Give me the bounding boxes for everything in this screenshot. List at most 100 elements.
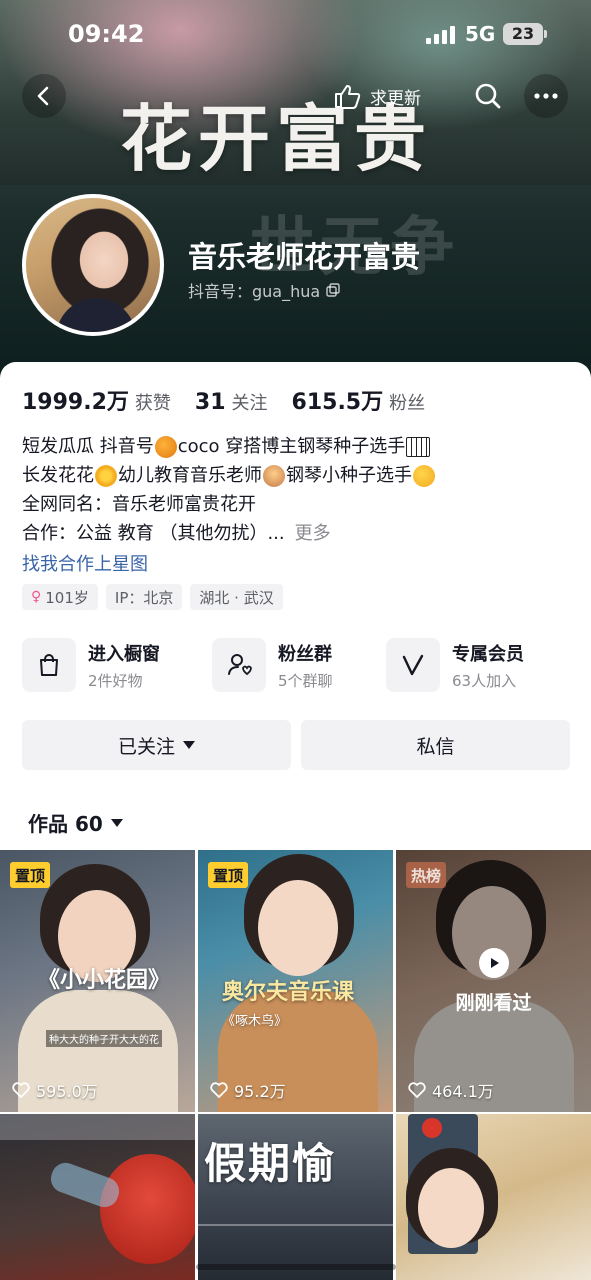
stat-label: 粉丝 xyxy=(389,393,426,414)
bio-text: 钢琴小种子选手 xyxy=(286,465,412,486)
fan-group-icon xyxy=(228,654,252,676)
tile-figure xyxy=(0,1114,195,1140)
works-label: 作品 60 xyxy=(28,812,103,836)
shortcut-subtitle: 5个群聊 xyxy=(278,671,333,690)
shortcut-text: 专属会员 63人加入 xyxy=(452,640,524,691)
likes-count: 95.2万 xyxy=(234,1082,286,1101)
profile-bio: 短发瓜瓜 抖音号 coco 穿搭博主钢琴种子选手 长发花花 幼儿教育音乐老师 钢… xyxy=(22,432,572,548)
caret-down-icon xyxy=(183,741,195,749)
message-button[interactable]: 私信 xyxy=(301,720,570,770)
stat-following[interactable]: 31 关注 xyxy=(195,389,268,415)
profile-tags: ♀ 101岁 IP：北京 湖北 · 武汉 xyxy=(22,584,283,610)
bio-text: 长发花花 xyxy=(22,465,94,486)
fan-group-shortcut[interactable]: 粉丝群 5个群聊 xyxy=(212,636,333,694)
play-icon xyxy=(478,947,509,978)
stat-label: 关注 xyxy=(231,393,268,414)
video-likes: 595.0万 xyxy=(12,1078,98,1102)
shortcut-row: 进入橱窗 2件好物 粉丝群 5个群聊 专属会员 63人加入 xyxy=(22,636,572,694)
hot-list-badge: 热榜 xyxy=(406,862,447,888)
status-time: 09:42 xyxy=(68,20,145,48)
bio-text: coco 穿搭博主钢琴种子选手 xyxy=(177,436,406,457)
video-tile[interactable] xyxy=(0,1114,195,1280)
stat-value: 615.5万 xyxy=(291,390,384,415)
stat-followers[interactable]: 615.5万 粉丝 xyxy=(292,384,426,416)
bio-line-2: 长发花花 幼儿教育音乐老师 钢琴小种子选手 xyxy=(22,461,572,490)
heart-icon xyxy=(210,1082,228,1098)
likes-count: 595.0万 xyxy=(36,1082,98,1101)
bio-more-link[interactable]: 更多 xyxy=(295,519,331,548)
more-options-button[interactable] xyxy=(524,74,568,118)
signal-icon xyxy=(426,26,456,44)
tile-figure xyxy=(418,1168,484,1248)
shortcut-title: 粉丝群 xyxy=(278,643,332,665)
shortcut-text: 粉丝群 5个群聊 xyxy=(278,640,333,691)
works-tab[interactable]: 作品 60 xyxy=(28,808,123,837)
shortcut-icon-box xyxy=(386,638,440,692)
video-likes: 95.2万 xyxy=(210,1078,286,1102)
shortcut-icon-box xyxy=(212,638,266,692)
chevron-left-icon xyxy=(37,86,49,106)
caret-down-icon xyxy=(110,818,123,827)
message-label: 私信 xyxy=(416,735,455,758)
video-tile[interactable] xyxy=(396,1114,591,1280)
bio-text: 合作：公益 教育 （其他勿扰）... xyxy=(22,523,285,544)
douyin-id-row[interactable]: 抖音号：gua_hua xyxy=(188,278,340,302)
followed-label: 已关注 xyxy=(117,735,175,758)
stat-likes[interactable]: 1999.2万 获赞 xyxy=(22,384,171,416)
video-caption: 种大大的种子开大大的花 xyxy=(46,1030,162,1047)
tile-figure xyxy=(100,1154,195,1264)
search-icon xyxy=(475,83,501,109)
shortcut-text: 进入橱窗 2件好物 xyxy=(88,640,160,691)
age-tag: ♀ 101岁 xyxy=(22,584,98,610)
stats-row: 1999.2万 获赞 31 关注 615.5万 粉丝 xyxy=(22,384,449,416)
bio-line-3: 全网同名：音乐老师富贵花开 xyxy=(22,494,256,515)
piano-emoji-icon xyxy=(406,436,431,457)
video-tile[interactable]: 《小小花园》 种大大的种子开大大的花 置顶 595.0万 xyxy=(0,850,195,1112)
video-grid: 《小小花园》 种大大的种子开大大的花 置顶 595.0万 奥尔夫音乐课 《啄木鸟… xyxy=(0,850,591,1280)
stat-value: 1999.2万 xyxy=(22,390,129,415)
sunflower-emoji-icon xyxy=(95,464,117,487)
bio-text: 幼儿教育音乐老师 xyxy=(118,465,262,486)
shortcut-subtitle: 63人加入 xyxy=(452,671,517,690)
shopping-bag-icon xyxy=(40,654,58,676)
profile-nickname: 音乐老师花开富贵 xyxy=(188,240,421,274)
location-tag: 湖北 · 武汉 xyxy=(190,584,283,610)
tile-figure xyxy=(46,1158,124,1212)
home-indicator[interactable] xyxy=(196,1264,396,1270)
video-tile[interactable]: 刚刚看过 热榜 464.1万 xyxy=(396,850,591,1112)
update-label: 求更新 xyxy=(370,88,421,109)
tile-figure xyxy=(198,1224,393,1226)
video-tile[interactable]: 奥尔夫音乐课 《啄木鸟》 置顶 95.2万 xyxy=(198,850,393,1112)
tile-figure xyxy=(422,1118,442,1138)
video-tile[interactable]: 假期愉 xyxy=(198,1114,393,1280)
followed-button[interactable]: 已关注 xyxy=(22,720,291,770)
watched-overlay: 刚刚看过 xyxy=(396,850,591,1112)
partner-link[interactable]: 找我合作上星图 xyxy=(22,550,148,576)
tile-figure xyxy=(258,880,338,976)
video-overlay-title: 假期愉 xyxy=(204,1139,337,1188)
more-dots-icon xyxy=(534,93,558,99)
pumpkin-emoji-icon xyxy=(154,435,177,458)
copy-icon[interactable] xyxy=(326,283,340,297)
member-v-icon xyxy=(402,654,424,676)
bio-line-4: 合作：公益 教育 （其他勿扰）... 更多 xyxy=(22,519,572,548)
shortcut-icon-box xyxy=(22,638,76,692)
member-shortcut[interactable]: 专属会员 63人加入 xyxy=(386,636,524,694)
shortcut-title: 进入橱窗 xyxy=(88,643,160,665)
request-update-button[interactable]: 求更新 xyxy=(332,80,421,112)
douyin-id: 抖音号：gua_hua xyxy=(188,282,321,301)
shortcut-subtitle: 2件好物 xyxy=(88,671,143,690)
back-button[interactable] xyxy=(22,74,66,118)
storefront-shortcut[interactable]: 进入橱窗 2件好物 xyxy=(22,636,160,694)
pinned-badge: 置顶 xyxy=(10,862,51,888)
bio-text: 短发瓜瓜 抖音号 xyxy=(22,436,154,457)
watched-label: 刚刚看过 xyxy=(455,991,532,1014)
search-button[interactable] xyxy=(470,78,506,114)
battery-icon: 23 xyxy=(503,23,547,45)
action-row: 已关注 私信 xyxy=(22,720,570,770)
avatar[interactable] xyxy=(22,194,164,336)
heart-icon xyxy=(12,1082,30,1098)
kiss-emoji-icon xyxy=(413,464,435,487)
ip-tag: IP：北京 xyxy=(105,584,183,610)
network-label: 5G xyxy=(465,22,496,46)
